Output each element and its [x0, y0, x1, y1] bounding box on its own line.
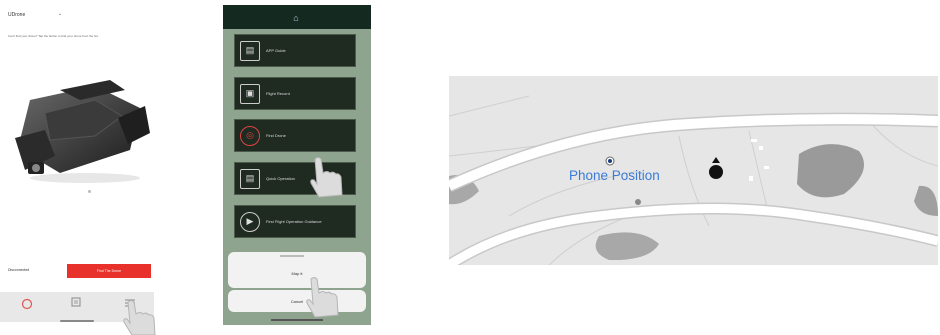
drone-model-label[interactable]: UDrone	[8, 12, 25, 18]
action-sheet	[228, 252, 366, 288]
tap-hand-icon	[306, 277, 339, 318]
drone-icon: ⌂	[293, 13, 299, 23]
menu-item-label: Find Drone	[266, 133, 286, 138]
menu-item-label: Flight Record	[266, 91, 290, 96]
map-canvas[interactable]	[449, 76, 938, 265]
document-icon: ▤	[240, 40, 260, 61]
list-icon[interactable]	[70, 296, 82, 308]
menu-item-app-guide[interactable]: ▤ APP Guide	[234, 34, 356, 67]
play-icon: ▶	[240, 211, 260, 232]
home-indicator	[60, 320, 94, 322]
search-location-icon: ◎	[240, 125, 260, 146]
app-home-screen: UDrone ⌄ Can't find your drone? Tap the …	[0, 0, 160, 335]
find-drone-button[interactable]: Find The Drone	[67, 264, 151, 278]
phone-position-icon[interactable]	[605, 156, 615, 166]
home-icon[interactable]	[20, 298, 34, 310]
menu-item-flight-record[interactable]: ▣ Flight Record	[234, 77, 356, 110]
document-icon: ▤	[240, 168, 260, 189]
menu-header: ⌂	[223, 5, 371, 29]
drone-image	[15, 80, 150, 183]
tap-hand-icon	[310, 157, 343, 198]
menu-item-first-flight-guidance[interactable]: ▶ First Flight Operation Guidance	[234, 205, 356, 238]
map-view[interactable]: Phone Position	[449, 76, 938, 265]
tap-hand-icon	[123, 300, 156, 335]
map-it-option[interactable]: Map it	[223, 271, 371, 276]
home-indicator	[271, 319, 323, 321]
drone-location-icon[interactable]	[707, 156, 725, 182]
cancel-button[interactable]: Cancel	[223, 299, 371, 304]
menu-screen: ⌂ ▤ APP Guide ▣ Flight Record ◎ Find Dro…	[223, 5, 371, 325]
phone-position-label: Phone Position	[569, 168, 660, 183]
chevron-down-icon[interactable]: ⌄	[58, 11, 62, 17]
carousel-indicator	[88, 190, 91, 193]
find-drone-notice: Can't find your drone? Tap the button to…	[8, 34, 98, 38]
menu-item-label: APP Guide	[266, 48, 286, 53]
map-pin-icon	[635, 199, 641, 205]
connection-status: Disconnected	[8, 268, 30, 272]
menu-item-find-drone[interactable]: ◎ Find Drone	[234, 119, 356, 152]
menu-item-label: Quick Operation	[266, 176, 295, 181]
menu-item-label: First Flight Operation Guidance	[266, 219, 322, 224]
flight-record-icon: ▣	[240, 83, 260, 104]
sheet-divider	[280, 255, 304, 257]
